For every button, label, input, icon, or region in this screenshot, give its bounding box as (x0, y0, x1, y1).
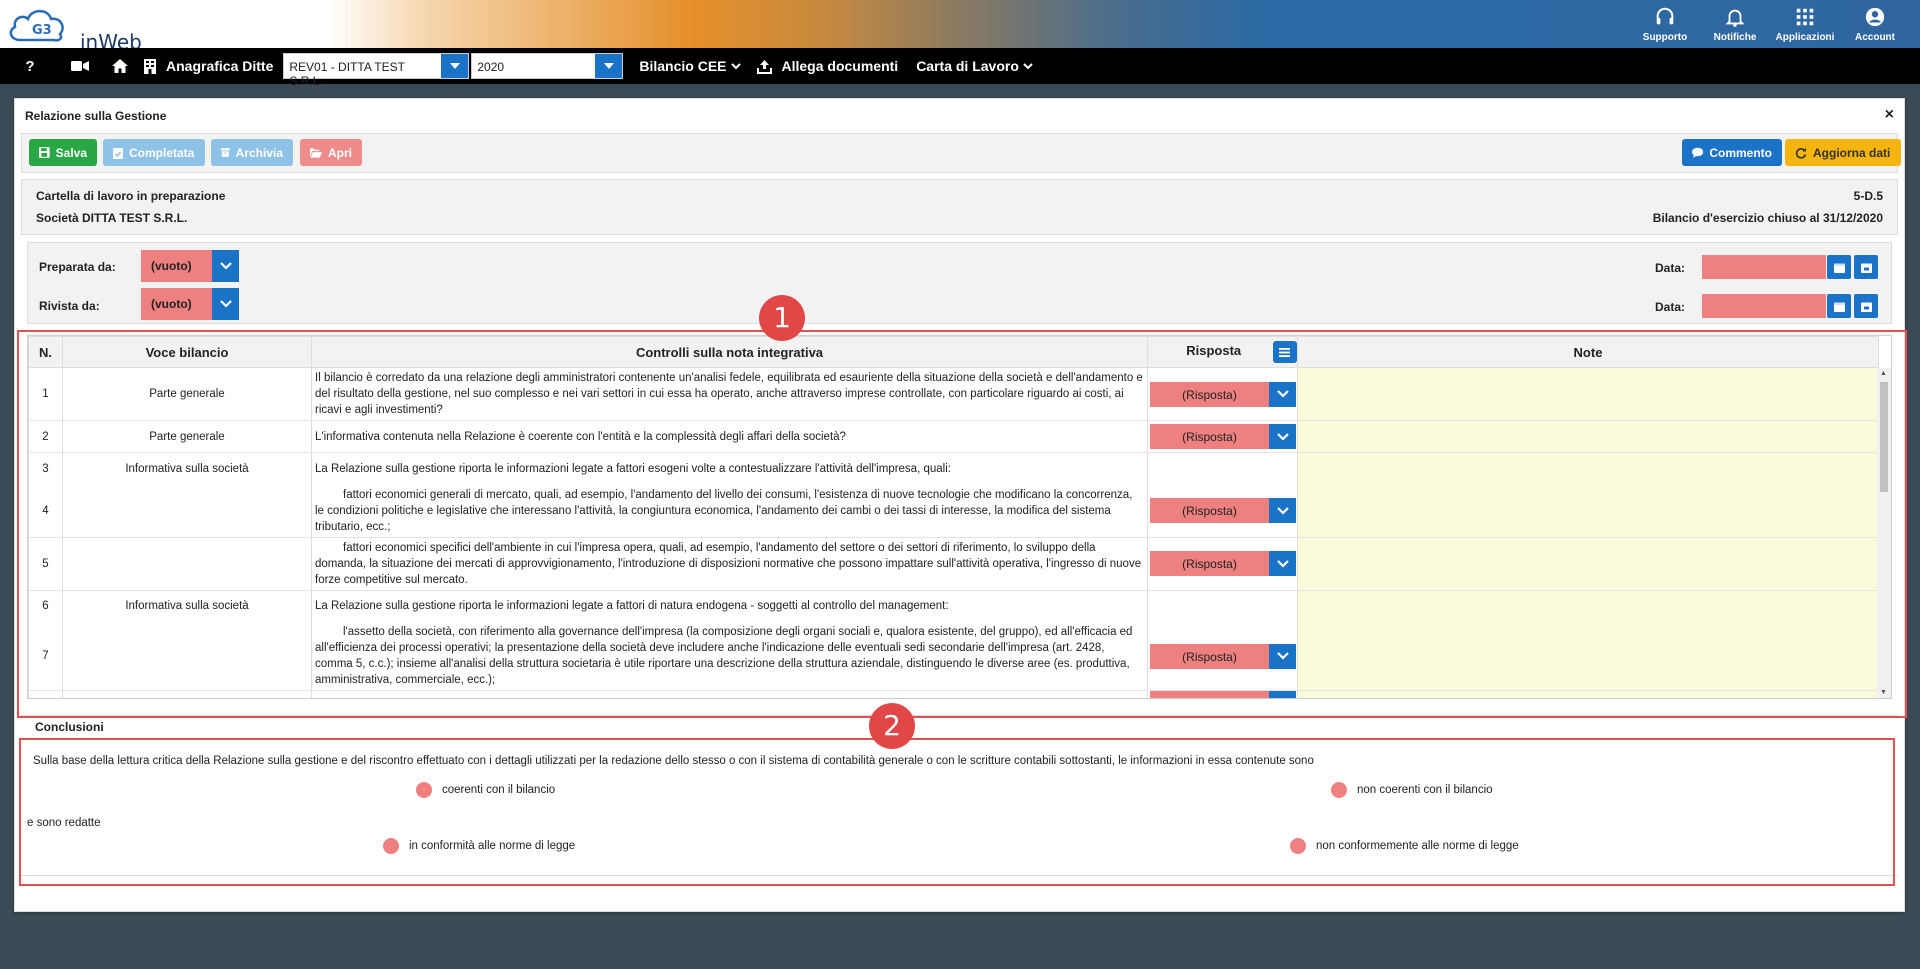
year-select-value: 2020 (477, 60, 505, 74)
account-button[interactable]: Account (1840, 2, 1910, 46)
comment-icon (1692, 147, 1704, 158)
home-icon[interactable] (100, 48, 140, 84)
save-button[interactable]: Salva (29, 139, 97, 166)
highlight-box-1 (17, 330, 1907, 718)
calendar-icon[interactable] (1827, 255, 1851, 279)
bilancio-cee-label: Bilancio CEE (639, 58, 727, 74)
notifications-label: Notifiche (1713, 32, 1757, 43)
ditta-select[interactable]: REV01 - DITTA TEST S.R.L. (283, 53, 470, 88)
completata-label: Completata (129, 145, 195, 160)
data-preparata-field[interactable] (1702, 255, 1826, 279)
archivia-button[interactable]: Archivia (211, 139, 293, 166)
preparata-value: (vuoto) (141, 250, 212, 282)
applications-label: Applicazioni (1775, 32, 1835, 43)
completata-button[interactable]: Completata (103, 139, 205, 166)
folder-open-icon (310, 147, 322, 158)
apri-label: Apri (328, 145, 352, 160)
grid-icon (1796, 8, 1814, 26)
aggiorna-dati-label: Aggiorna dati (1813, 145, 1891, 160)
rivista-value: (vuoto) (141, 288, 212, 320)
chevron-down-icon (1023, 62, 1033, 69)
carta-di-lavoro-menu[interactable]: Carta di Lavoro (916, 58, 1033, 74)
highlight-box-2 (19, 738, 1895, 886)
refresh-icon (1795, 147, 1807, 159)
data-rivista-label: Data: (1655, 300, 1686, 314)
headset-icon (1656, 7, 1674, 25)
preparata-select[interactable]: (vuoto) (141, 250, 239, 282)
help-icon[interactable]: ? (0, 48, 60, 84)
aggiorna-dati-button[interactable]: Aggiorna dati (1785, 139, 1901, 166)
info-panel: Cartella di lavoro in preparazione Socie… (21, 179, 1898, 235)
commento-button[interactable]: Commento (1682, 139, 1782, 166)
user-icon (1865, 7, 1885, 27)
caret-down-icon (441, 54, 469, 78)
dialog-title: Relazione sulla Gestione (25, 109, 167, 123)
calendar-today-icon[interactable] (1854, 255, 1878, 279)
allega-documenti-link[interactable]: Allega documenti (756, 58, 899, 74)
floppy-icon (39, 147, 50, 158)
calendar-icon[interactable] (1827, 294, 1851, 318)
anagrafica-ditte-link[interactable]: Anagrafica Ditte (144, 58, 273, 74)
chevron-down-icon (212, 288, 239, 320)
ditta-select-value: REV01 - DITTA TEST S.R.L. (289, 60, 405, 88)
save-label: Salva (55, 145, 87, 160)
close-icon[interactable]: × (1885, 106, 1894, 124)
video-icon[interactable] (60, 48, 100, 84)
notifications-button[interactable]: Notifiche (1700, 2, 1770, 46)
archive-icon (221, 148, 230, 157)
support-label: Supporto (1642, 32, 1688, 43)
bilancio-date-text: Bilancio d'esercizio chiuso al 31/12/202… (1652, 211, 1883, 225)
archivia-label: Archivia (235, 145, 283, 160)
preparata-label: Preparata da: (39, 260, 116, 274)
conclusioni-title: Conclusioni (21, 715, 1898, 737)
prepared-reviewed-panel: Preparata da: (vuoto) Rivista da: (vuoto… (27, 242, 1892, 324)
app-header: G3 inWeb Supporto Notifiche Applicazioni… (0, 0, 1920, 54)
svg-text:G3: G3 (32, 23, 52, 38)
annotation-badge-2: 2 (869, 703, 915, 749)
support-button[interactable]: Supporto (1630, 2, 1700, 46)
allega-documenti-label: Allega documenti (781, 58, 899, 74)
building-icon (144, 58, 156, 74)
document-code: 5-D.5 (1853, 189, 1883, 203)
cloud-logo-icon: G3 (9, 9, 64, 42)
bilancio-cee-menu[interactable]: Bilancio CEE (639, 58, 741, 74)
rivista-select[interactable]: (vuoto) (141, 288, 239, 320)
annotation-badge-1: 1 (759, 295, 805, 341)
data-preparata-label: Data: (1655, 261, 1686, 275)
top-actions: Supporto Notifiche Applicazioni Account (1630, 2, 1910, 46)
societa-text: Società DITTA TEST S.R.L. (36, 211, 188, 225)
bell-icon (1725, 9, 1745, 27)
account-label: Account (1855, 32, 1895, 43)
rivista-label: Rivista da: (39, 299, 100, 313)
apri-button[interactable]: Apri (300, 139, 362, 166)
app-logo[interactable]: G3 inWeb (6, 4, 146, 54)
upload-icon (756, 59, 772, 74)
applications-button[interactable]: Applicazioni (1770, 2, 1840, 46)
caret-down-icon (595, 54, 623, 78)
anagrafica-ditte-label: Anagrafica Ditte (166, 58, 274, 74)
commento-label: Commento (1709, 145, 1772, 160)
data-rivista-field[interactable] (1702, 294, 1826, 318)
clipboard-check-icon (113, 147, 123, 159)
navbar: ? Anagrafica Ditte REV01 - DITTA TEST S.… (0, 48, 1920, 88)
year-select[interactable]: 2020 (471, 53, 624, 79)
calendar-today-icon[interactable] (1854, 294, 1878, 318)
chevron-down-icon (730, 62, 741, 69)
status-text: Cartella di lavoro in preparazione (36, 189, 226, 203)
chevron-down-icon (212, 250, 239, 282)
carta-di-lavoro-label: Carta di Lavoro (916, 58, 1019, 74)
action-toolbar: Salva Completata Archivia Apri Commento … (21, 133, 1901, 173)
